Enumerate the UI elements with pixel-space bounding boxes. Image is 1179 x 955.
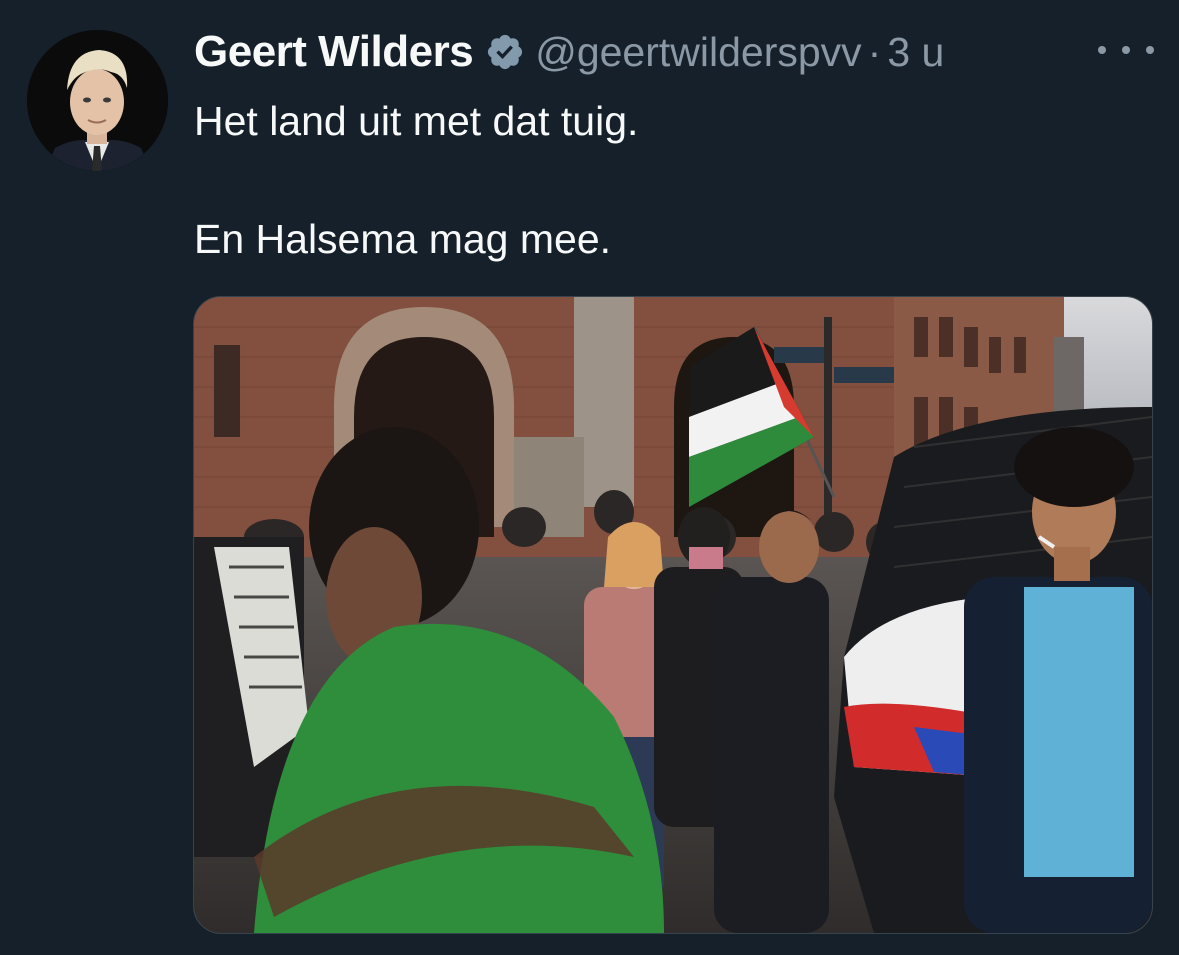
tweet-text-line: En Halsema mag mee. — [194, 216, 612, 262]
handle[interactable]: @geertwilderspvv — [535, 29, 861, 76]
timestamp[interactable]: 3 u — [887, 29, 944, 76]
avatar[interactable] — [27, 30, 168, 171]
more-dot — [1146, 46, 1154, 54]
verified-badge-icon[interactable] — [485, 32, 525, 72]
tweet-text-line: Het land uit met dat tuig. — [194, 98, 639, 144]
tweet-text: Het land uit met dat tuig. En Halsema ma… — [194, 92, 1144, 269]
tweet-photo[interactable] — [193, 296, 1153, 934]
display-name[interactable]: Geert Wilders — [194, 27, 474, 77]
more-dot — [1122, 46, 1130, 54]
tweet: Geert Wilders @geertwilderspvv · 3 u Het… — [0, 0, 1179, 955]
more-dot — [1098, 46, 1106, 54]
separator-dot: · — [867, 28, 882, 75]
more-options-icon[interactable] — [1098, 36, 1154, 64]
tweet-header: Geert Wilders @geertwilderspvv · 3 u — [194, 24, 944, 80]
